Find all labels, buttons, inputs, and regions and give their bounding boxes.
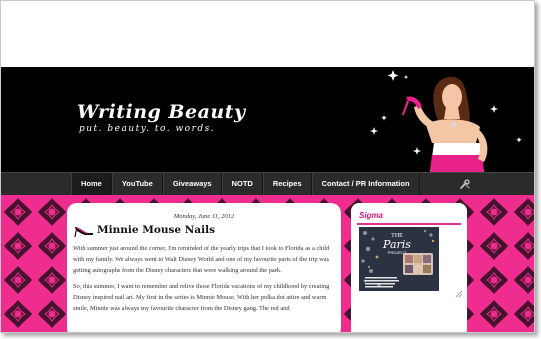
post-body: With summer just around the corner, I'm … <box>73 243 337 319</box>
blog-title[interactable]: Writing Beauty <box>77 101 246 123</box>
fashion-woman-illustration <box>370 70 522 172</box>
nav-item-youtube[interactable]: YouTube <box>111 173 163 195</box>
nav-menu: Home YouTube Giveaways NOTD Recipes Cont… <box>71 173 420 195</box>
nav-item-recipes[interactable]: Recipes <box>262 173 312 195</box>
browser-viewport: Writing Beauty put. beauty. to. words. H… <box>0 0 535 333</box>
nav-item-notd[interactable]: NOTD <box>221 173 263 195</box>
high-heel-shoe-icon <box>74 227 93 237</box>
widget-divider <box>357 223 461 225</box>
blog-post: Monday, June 11, 2012 Minnie Mouse Nails… <box>67 203 341 332</box>
nav-item-contact-pr[interactable]: Contact / PR Information <box>311 173 420 195</box>
nav-item-giveaways[interactable]: Giveaways <box>162 173 222 195</box>
wrench-screwdriver-icon[interactable] <box>459 178 471 190</box>
resize-handle-icon[interactable] <box>455 290 463 298</box>
blog-header: Writing Beauty put. beauty. to. words. <box>1 67 534 172</box>
nav-item-home[interactable]: Home <box>71 173 112 195</box>
sidebar-widget-sigma: Sigma THE Paris PROJECT <box>351 203 467 332</box>
widget-title: Sigma <box>359 211 384 220</box>
post-paragraph: With summer just around the corner, I'm … <box>73 245 330 274</box>
post-paragraph: So, this summer, I want to remember and … <box>73 283 330 312</box>
nav-spacer <box>1 173 71 195</box>
post-date: Monday, June 11, 2012 <box>173 213 235 220</box>
post-title[interactable]: Minnie Mouse Nails <box>97 224 215 236</box>
top-navigation-bar: Home YouTube Giveaways NOTD Recipes Cont… <box>1 172 534 196</box>
sigma-paris-project-ad[interactable]: THE Paris PROJECT <box>359 227 439 291</box>
svg-text:PROJECT: PROJECT <box>388 250 407 255</box>
blog-description: put. beauty. to. words. <box>79 124 216 134</box>
